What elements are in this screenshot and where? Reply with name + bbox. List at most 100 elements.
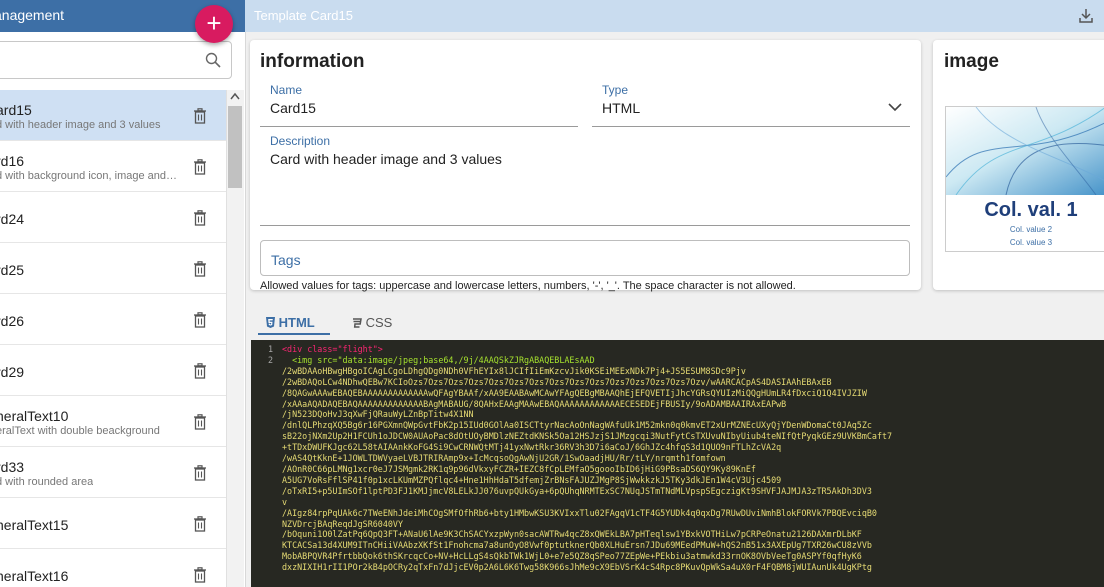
list-item-subtitle: eralText with double beackground <box>0 425 160 437</box>
name-field[interactable]: Card15 <box>270 100 316 116</box>
scrollbar-thumb[interactable] <box>228 106 242 188</box>
code-line: +tTDxDWUFKJgc62L58tAIAAnkKoFG4Si9CwCRNWQ… <box>282 442 782 453</box>
name-label: Name <box>270 83 303 97</box>
line-number: 1 <box>267 344 273 354</box>
list-item[interactable]: rd16d with background icon, image and 2 … <box>0 141 226 192</box>
code-line: v <box>282 496 288 507</box>
code-continuation: /2wBDAAoHBwgHBgoICAgLCgoLDhgQDg0NDh0VFhE… <box>282 366 892 573</box>
trash-icon[interactable] <box>193 363 207 379</box>
code-line: /8QAGwAAAwEBAQEBAAAAAAAAAAAAAwQFAgYBAAf/… <box>282 387 867 398</box>
trash-icon[interactable] <box>193 516 207 532</box>
code-editor[interactable]: 12 <div class="flight"> <img src="data:i… <box>251 340 1104 587</box>
list-item-title: neralText15 <box>0 517 69 533</box>
code-line: /jN523DQoHvJ3qXwFjQRauWyLZnBpTitw4X1NN <box>282 409 474 420</box>
code-line: /bOquni1O0lZatPq6QpQ3FT+ANaU6lAe9K3ChSAC… <box>282 529 862 540</box>
list-item-title: neralText16 <box>0 568 69 584</box>
code-line-2: <img src="data:image/jpeg;base64,/9j/4AA… <box>282 355 892 366</box>
tab-css[interactable]: CSS <box>352 315 392 335</box>
information-heading: information <box>260 51 365 72</box>
add-template-button[interactable]: + <box>195 5 233 43</box>
code-line: /xAAaAQADAQEBAQAAAAAAAAAAAAABAgMABAUG/8Q… <box>282 398 787 409</box>
list-item-title: rd24 <box>0 211 25 227</box>
header-image <box>946 107 1104 195</box>
trash-icon[interactable] <box>193 210 207 226</box>
code-line: /dnlQLPhzqXQ5Bg6r16PGXmnQWpGvtFbK2p15IUd… <box>282 420 872 431</box>
list-item[interactable]: rd26 <box>0 294 226 345</box>
code-content[interactable]: <div class="flight"> <img src="data:imag… <box>282 344 892 573</box>
card-preview: Col. val. 1 Col. value 2 Col. value 3 <box>945 106 1104 252</box>
search-input[interactable] <box>0 41 232 79</box>
line-numbers: 12 <box>251 344 273 366</box>
code-line: /AIgz84rpPqUAk6c7TWeENhJdeiMhCOgSMfOfhRb… <box>282 507 877 518</box>
code-line: /2wBDAAoHBwgHBgoICAgLCgoLDhgQDg0NDh0VFhE… <box>282 365 746 376</box>
editor-header: Template Card15 <box>245 0 1104 32</box>
code-line: /2wBDAQoLCw4NDhwQEBw7KCIoOzs7Ozs7Ozs7Ozs… <box>282 376 832 387</box>
chevron-down-icon[interactable] <box>888 103 902 112</box>
code-line: /wAS4QtKknE+1JOWLTDWVyaeLVBJTRIRAmp9x+Ic… <box>282 453 726 464</box>
list-item-subtitle: d with background icon, image and 2 ... <box>0 170 180 182</box>
scroll-up-icon[interactable] <box>230 92 240 100</box>
trash-icon[interactable] <box>193 108 207 124</box>
code-line: /oTxRI5+p5UImSOf1lptPD3FJ1KMJjmcV8LELkJJ… <box>282 485 872 496</box>
list-item[interactable]: neralText16 <box>0 549 226 587</box>
code-line-1-tag: <div class="flight"> <box>282 344 383 354</box>
list-item[interactable]: ard15d with header image and 3 values <box>0 90 226 141</box>
list-item[interactable]: rd29 <box>0 345 226 396</box>
code-line-2-tag: <img src="data:image/jpeg;base64,/9j/4AA… <box>292 354 595 365</box>
template-list: ard15d with header image and 3 valuesrd1… <box>0 90 226 587</box>
list-item-subtitle: d with header image and 3 values <box>0 119 161 131</box>
image-heading: image <box>944 51 999 72</box>
css3-icon <box>353 318 362 328</box>
type-underline <box>592 126 910 127</box>
description-underline <box>260 225 910 226</box>
code-line: NZVDrcjBAqReqdJgSR6040VY <box>282 518 404 529</box>
tags-label: Tags <box>271 252 301 268</box>
list-item-subtitle: d with rounded area <box>0 476 94 488</box>
tab-html-label: HTML <box>278 315 315 330</box>
tags-input[interactable]: Tags <box>260 240 910 276</box>
code-line: dxzNIXIH1rII1POr2kB4pOCRy2qTxFn7dJjcEV0p… <box>282 562 872 573</box>
list-item[interactable]: rd24 <box>0 192 226 243</box>
information-card: information Name Card15 Type HTML Descri… <box>250 40 921 292</box>
list-item[interactable]: rd25 <box>0 243 226 294</box>
description-label: Description <box>270 134 331 148</box>
trash-icon[interactable] <box>193 414 207 430</box>
preview-value-1: Col. val. 1 <box>984 199 1078 221</box>
template-list-panel: anagement ard15d with header image and 3… <box>0 0 246 587</box>
code-line: KTCACSa13d4XUM9ITnCHiiVAAbzXKfSt1Fnohcma… <box>282 540 872 551</box>
template-title: Template Card15 <box>254 8 353 23</box>
tags-help-text: Allowed values for tags: uppercase and l… <box>260 280 796 292</box>
list-item[interactable]: neralText15 <box>0 498 226 549</box>
code-line-1: <div class="flight"> <box>282 344 892 355</box>
list-item-title: rd29 <box>0 364 25 380</box>
search-icon[interactable] <box>205 52 221 68</box>
html5-icon <box>266 317 275 328</box>
trash-icon[interactable] <box>193 159 207 175</box>
list-item-title: rd26 <box>0 313 25 329</box>
name-underline <box>260 126 578 127</box>
tab-css-label: CSS <box>365 315 393 330</box>
active-tab-indicator <box>258 333 330 335</box>
preview-value-2: Col. value 2 <box>1009 225 1053 234</box>
tab-html[interactable]: HTML <box>266 315 315 335</box>
type-label: Type <box>602 83 629 97</box>
trash-icon[interactable] <box>193 261 207 277</box>
image-card: image Col. val. 1 Col. value 2 Col. valu… <box>933 40 1104 290</box>
sidebar-title: anagement <box>0 7 65 23</box>
code-line: sB22ojNXm2Up2H1FCUh1oJDCW0AUAoPac8dOtUOy… <box>282 431 893 442</box>
trash-icon[interactable] <box>193 567 207 583</box>
trash-icon[interactable] <box>193 465 207 481</box>
trash-icon[interactable] <box>193 312 207 328</box>
list-item[interactable]: neralText10 eralText with double beackgro… <box>0 396 226 447</box>
list-item[interactable]: rd33d with rounded area <box>0 447 226 498</box>
code-line: /AOnR0C66pLMNg1xcr0eJ7JSMgmk2RK1q9p96dVk… <box>282 463 756 474</box>
preview-value-3: Col. value 3 <box>1009 238 1053 247</box>
type-select[interactable]: HTML <box>602 100 640 116</box>
list-item-title: rd16 <box>0 153 25 169</box>
line-number: 2 <box>267 354 273 365</box>
list-item-title: rd33 <box>0 459 25 475</box>
download-icon[interactable] <box>1079 8 1093 23</box>
code-line: MobABPQVR4PfrtbbQok6thSKrcqcCo+NV+HcLLgS… <box>282 551 862 562</box>
list-scrollbar[interactable] <box>226 90 244 587</box>
description-field[interactable]: Card with header image and 3 values <box>270 151 502 167</box>
